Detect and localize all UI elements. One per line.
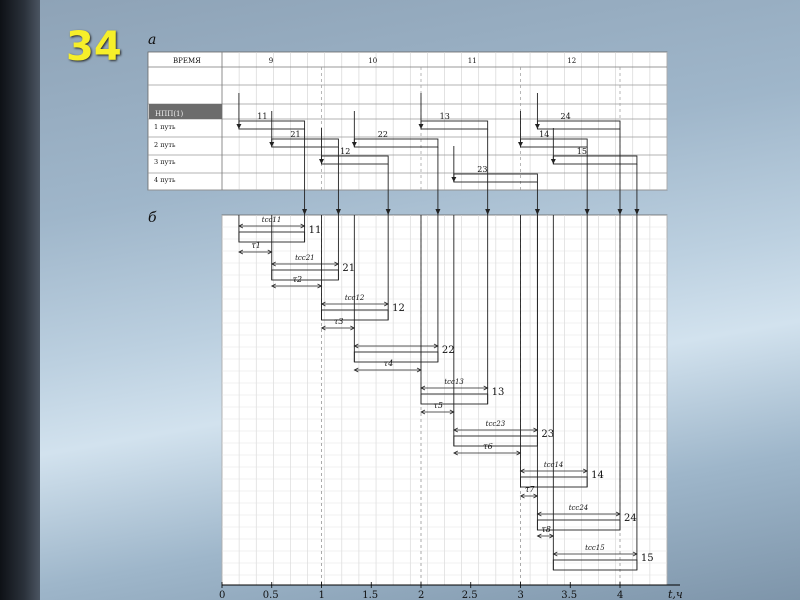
train-label-b: 12 [392, 303, 405, 314]
axis-tick-label: 1.5 [362, 590, 378, 600]
train-label-a: 24 [561, 112, 571, 121]
axis-tick-label: 0 [219, 590, 225, 600]
train-label-a: 13 [440, 112, 450, 121]
hour-label: 11 [468, 57, 477, 65]
train-label-b: 14 [591, 470, 604, 481]
train-label-a: 11 [257, 112, 267, 121]
departure-arrow-icon [435, 209, 441, 215]
departure-arrow-icon [385, 209, 391, 215]
train-label-b: 22 [442, 345, 455, 356]
interval-label: τ5 [433, 401, 443, 410]
interval-label: τ4 [384, 359, 394, 368]
departure-arrow-icon [584, 209, 590, 215]
track-row-label: 1 путь [154, 123, 176, 131]
axis-tick-label: 1 [319, 590, 325, 600]
departure-arrow-icon [302, 209, 308, 215]
stay-label: tсс12 [345, 294, 365, 302]
time-header: ВРЕМЯ [173, 57, 201, 65]
axis-unit-label: t,ч [668, 588, 683, 600]
interval-label: τ7 [525, 485, 535, 494]
train-label-b: 21 [342, 263, 355, 274]
track-row-label: 3 путь [154, 158, 176, 166]
train-label-a: 22 [378, 130, 388, 139]
departure-arrow-icon [485, 209, 491, 215]
track-row-label: 2 путь [154, 141, 176, 149]
interval-label: τ3 [334, 317, 344, 326]
train-label-b: 13 [492, 387, 505, 398]
axis-tick-label: 3 [518, 590, 524, 600]
stay-label: tсс23 [486, 420, 506, 428]
interval-label: τ1 [251, 241, 261, 250]
train-label-a: 14 [539, 130, 549, 139]
axis-tick-label: 2.5 [462, 590, 478, 600]
train-label-a: 12 [340, 147, 350, 156]
axis-tick-label: 3.5 [561, 590, 577, 600]
train-label-b: 23 [541, 429, 554, 440]
train-label-b: 15 [641, 553, 654, 564]
train-label-b: 11 [309, 225, 322, 236]
section-label: НПП(1) [155, 110, 183, 118]
train-label-b: 24 [624, 513, 637, 524]
hour-label: 12 [567, 57, 576, 65]
axis-tick-label: 0.5 [263, 590, 279, 600]
train-label-a: 15 [577, 147, 587, 156]
interval-label: τ2 [293, 275, 303, 284]
train-label-a: 23 [477, 165, 487, 174]
interval-label: τ6 [483, 442, 493, 451]
stay-label: tсс15 [585, 544, 605, 552]
track-row-label: 4 путь [154, 176, 176, 184]
departure-arrow-icon [634, 209, 640, 215]
hour-label: 10 [368, 57, 377, 65]
departure-arrow-icon [335, 209, 341, 215]
stay-label: tсс24 [569, 504, 589, 512]
hour-label: 9 [269, 57, 273, 65]
stay-label: tсс13 [444, 378, 464, 386]
stay-label: tсс21 [295, 254, 315, 262]
train-label-a: 21 [290, 130, 300, 139]
departure-arrow-icon [617, 209, 623, 215]
interval-label: τ8 [541, 525, 551, 534]
axis-tick-label: 2 [418, 590, 424, 600]
axis-tick-label: 4 [617, 590, 623, 600]
track-occupancy-diagram: НПП(1)ВРЕМЯ 9 10 11 121 путь2 путь3 путь4 пу… [147, 51, 683, 600]
departure-arrow-icon [534, 209, 540, 215]
